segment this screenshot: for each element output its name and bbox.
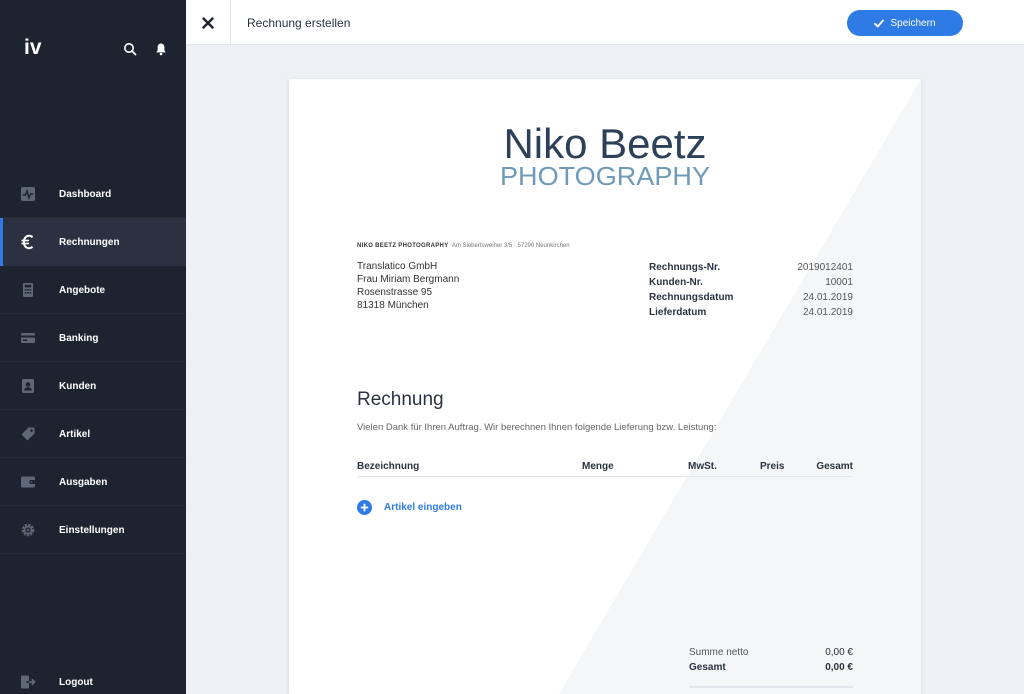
recipient-address: Translatico GmbH Frau Miriam Bergmann Ro… xyxy=(357,260,459,312)
meta-row: Rechnungsdatum 24.01.2019 xyxy=(649,290,853,305)
check-icon xyxy=(874,19,885,27)
recipient-line: Translatico GmbH xyxy=(357,261,438,272)
column-header-mwst: MwSt. xyxy=(688,461,717,472)
sender-address-line: NIKO BEETZ PHOTOGRAPHY Am Siebertsweiher… xyxy=(357,243,570,249)
logout-label: Logout xyxy=(59,676,93,688)
sender-address: Am Siebertsweiher 3/5 · 57290 Neunkirche… xyxy=(451,243,570,249)
add-item-button[interactable]: Artikel eingeben xyxy=(357,500,462,515)
sender-name: NIKO BEETZ PHOTOGRAPHY xyxy=(357,243,449,249)
sidebar-item-label: Dashboard xyxy=(59,188,112,200)
sidebar-item-angebote[interactable]: Angebote xyxy=(0,266,186,314)
invoice-intro: Vielen Dank für Ihren Auftrag. Wir berec… xyxy=(357,422,717,433)
recipient-line: Frau Miriam Bergmann xyxy=(357,274,460,285)
gear-icon xyxy=(21,523,35,537)
sidebar: iv Dashboard Rechnungen Angebote Banking… xyxy=(0,0,186,694)
sidebar-item-einstellungen[interactable]: Einstellungen xyxy=(0,506,186,554)
contact-icon xyxy=(22,379,34,393)
total-row-netto: Summe netto 0,00 € xyxy=(689,645,853,660)
divider xyxy=(689,686,853,688)
sidebar-item-label: Banking xyxy=(59,332,99,344)
bell-icon[interactable] xyxy=(154,42,168,56)
meta-value: 10001 xyxy=(825,277,853,288)
plus-circle-icon xyxy=(357,500,372,515)
meta-row: Kunden-Nr. 10001 xyxy=(649,275,853,290)
search-icon[interactable] xyxy=(123,42,137,56)
brand-subtitle: PHOTOGRAPHY xyxy=(500,161,710,191)
meta-row: Rechnungs-Nr. 2019012401 xyxy=(649,260,853,275)
wallet-icon xyxy=(21,476,35,488)
sidebar-item-label: Ausgaben xyxy=(59,476,108,488)
save-button[interactable]: Speichern xyxy=(847,10,963,36)
recipient-line: 81318 München xyxy=(357,300,429,311)
logout-button[interactable]: Logout xyxy=(0,658,186,694)
sidebar-item-artikel[interactable]: Artikel xyxy=(0,410,186,458)
add-item-label: Artikel eingeben xyxy=(384,502,462,513)
recipient-line: Rosenstrasse 95 xyxy=(357,287,433,298)
total-row-gesamt: Gesamt 0,00 € xyxy=(689,660,853,675)
sidebar-item-ausgaben[interactable]: Ausgaben xyxy=(0,458,186,506)
meta-key: Rechnungsdatum xyxy=(649,292,734,303)
invoice-document: Niko Beetz PHOTOGRAPHY NIKO BEETZ PHOTOG… xyxy=(289,79,921,694)
sidebar-item-dashboard[interactable]: Dashboard xyxy=(0,170,186,218)
column-header-bezeichnung: Bezeichnung xyxy=(357,461,420,472)
brand-logo: Niko Beetz PHOTOGRAPHY xyxy=(500,120,710,191)
sidebar-item-label: Rechnungen xyxy=(59,236,120,248)
meta-value: 2019012401 xyxy=(797,262,853,273)
meta-key: Lieferdatum xyxy=(649,307,707,318)
invoice-totals: Summe netto 0,00 € Gesamt 0,00 € xyxy=(689,645,853,675)
save-button-label: Speichern xyxy=(890,17,936,29)
activity-icon xyxy=(21,187,35,201)
total-value: 0,00 € xyxy=(825,662,853,673)
meta-key: Rechnungs-Nr. xyxy=(649,262,721,273)
items-table-header: Bezeichnung Menge MwSt. Preis Gesamt xyxy=(357,461,853,477)
topbar: Rechnung erstellen Speichern xyxy=(186,0,1024,45)
meta-row: Lieferdatum 24.01.2019 xyxy=(649,305,853,320)
divider xyxy=(0,553,186,554)
sidebar-item-label: Artikel xyxy=(59,428,91,440)
logout-icon xyxy=(21,675,36,689)
total-key: Summe netto xyxy=(689,647,749,658)
page-title: Rechnung erstellen xyxy=(247,16,351,30)
close-button[interactable] xyxy=(186,0,231,45)
column-header-menge: Menge xyxy=(582,461,614,472)
sidebar-item-label: Kunden xyxy=(59,380,97,392)
sidebar-item-label: Angebote xyxy=(59,284,106,296)
column-header-preis: Preis xyxy=(760,461,785,472)
brand-name: Niko Beetz xyxy=(503,120,706,167)
meta-value: 24.01.2019 xyxy=(802,292,853,303)
calculator-icon xyxy=(23,283,33,297)
tag-icon xyxy=(21,427,35,441)
close-icon xyxy=(202,16,214,29)
column-header-gesamt: Gesamt xyxy=(816,461,853,472)
meta-key: Kunden-Nr. xyxy=(649,277,703,288)
meta-value: 24.01.2019 xyxy=(802,307,853,318)
sidebar-item-label: Einstellungen xyxy=(59,524,125,536)
sidebar-item-banking[interactable]: Banking xyxy=(0,314,186,362)
invoice-title: Rechnung xyxy=(357,389,444,410)
euro-icon xyxy=(21,234,34,250)
credit-card-icon xyxy=(21,333,35,343)
app-logo[interactable]: iv xyxy=(24,36,42,60)
total-value: 0,00 € xyxy=(825,647,853,658)
sidebar-item-kunden[interactable]: Kunden xyxy=(0,362,186,410)
total-key: Gesamt xyxy=(689,662,726,673)
sidebar-item-rechnungen[interactable]: Rechnungen xyxy=(0,218,186,266)
invoice-meta: Rechnungs-Nr. 2019012401 Kunden-Nr. 1000… xyxy=(649,260,853,320)
